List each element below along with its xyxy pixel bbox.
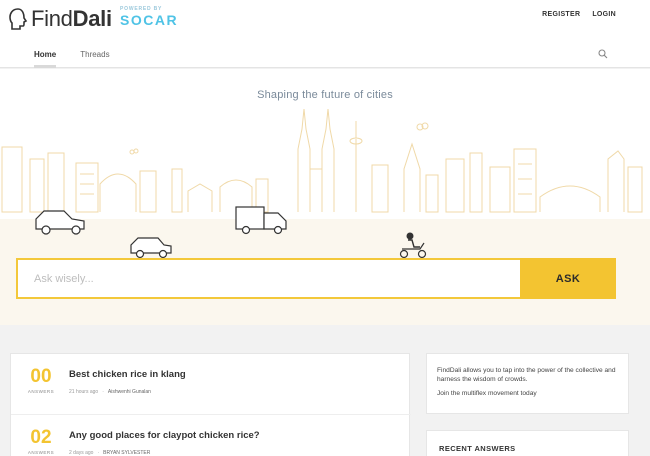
- ask-input[interactable]: [16, 258, 520, 299]
- car-illustration: [130, 237, 172, 259]
- answer-count: 02 ANSWERS: [21, 427, 61, 455]
- answer-count-label: ANSWERS: [27, 389, 55, 394]
- thread-title[interactable]: Best chicken rice in klang: [69, 369, 186, 380]
- thread-time: 2 days ago: [69, 450, 94, 456]
- threads-list: 00 ANSWERS Best chicken rice in klang 21…: [10, 353, 411, 456]
- powered-by: POWERED BY SOCAR: [120, 6, 178, 28]
- thread-author[interactable]: Aishwenhi Gunalan: [108, 389, 151, 395]
- meta-separator: ·: [97, 450, 100, 456]
- brand-name: FindDali: [31, 6, 112, 32]
- tab-home[interactable]: Home: [34, 50, 57, 68]
- answer-count-number: 02: [30, 427, 52, 448]
- top-bar: FindDali POWERED BY SOCAR REGISTER LOGIN…: [0, 0, 650, 68]
- login-link[interactable]: LOGIN: [592, 11, 616, 18]
- answer-count-number: 00: [30, 366, 52, 387]
- register-link[interactable]: REGISTER: [542, 11, 580, 18]
- thread-item[interactable]: 02 ANSWERS Any good places for claypot c…: [11, 414, 411, 456]
- recent-answers-card: RECENT ANSWERS: [426, 430, 629, 456]
- answer-count: 00 ANSWERS: [21, 366, 61, 394]
- thread-meta: 21 hours ago · Aishwenhi Gunalan: [69, 389, 151, 395]
- city-skyline-illustration: [1, 109, 643, 235]
- tab-threads[interactable]: Threads: [80, 50, 109, 68]
- join-movement-link[interactable]: Join the multiflex movement today: [437, 390, 618, 397]
- meta-separator: ·: [102, 389, 104, 395]
- ask-button[interactable]: ASK: [520, 258, 616, 299]
- socar-brand: SOCAR: [120, 12, 179, 28]
- scooter-rider-illustration: [399, 232, 427, 259]
- thread-meta: 2 days ago · BRYAN SYLVESTER: [69, 450, 150, 456]
- brand-bold: Dali: [72, 6, 112, 31]
- thread-time: 21 hours ago: [69, 389, 99, 395]
- auth-links: REGISTER LOGIN: [542, 11, 616, 18]
- finddali-logo[interactable]: FindDali: [8, 6, 112, 32]
- about-card: FindDali allows you to tap into the powe…: [426, 353, 629, 414]
- thread-author[interactable]: BRYAN SYLVESTER: [103, 450, 150, 456]
- thread-title[interactable]: Any good places for claypot chicken rice…: [69, 430, 260, 441]
- answer-count-label: ANSWERS: [27, 450, 55, 455]
- ask-form: ASK: [16, 258, 616, 299]
- thread-item[interactable]: 00 ANSWERS Best chicken rice in klang 21…: [11, 354, 411, 414]
- hero-section: Shaping the future of cities Ask wisely.…: [0, 69, 650, 325]
- about-text: FindDali allows you to tap into the powe…: [437, 367, 616, 383]
- search-icon[interactable]: [598, 49, 608, 59]
- head-silhouette-icon: [9, 8, 28, 30]
- tagline: Shaping the future of cities: [257, 89, 393, 101]
- main-nav: Home Threads: [34, 50, 110, 68]
- recent-answers-title: RECENT ANSWERS: [439, 444, 516, 453]
- brand-light: Find: [31, 6, 73, 31]
- content-area: 00 ANSWERS Best chicken rice in klang 21…: [0, 326, 650, 456]
